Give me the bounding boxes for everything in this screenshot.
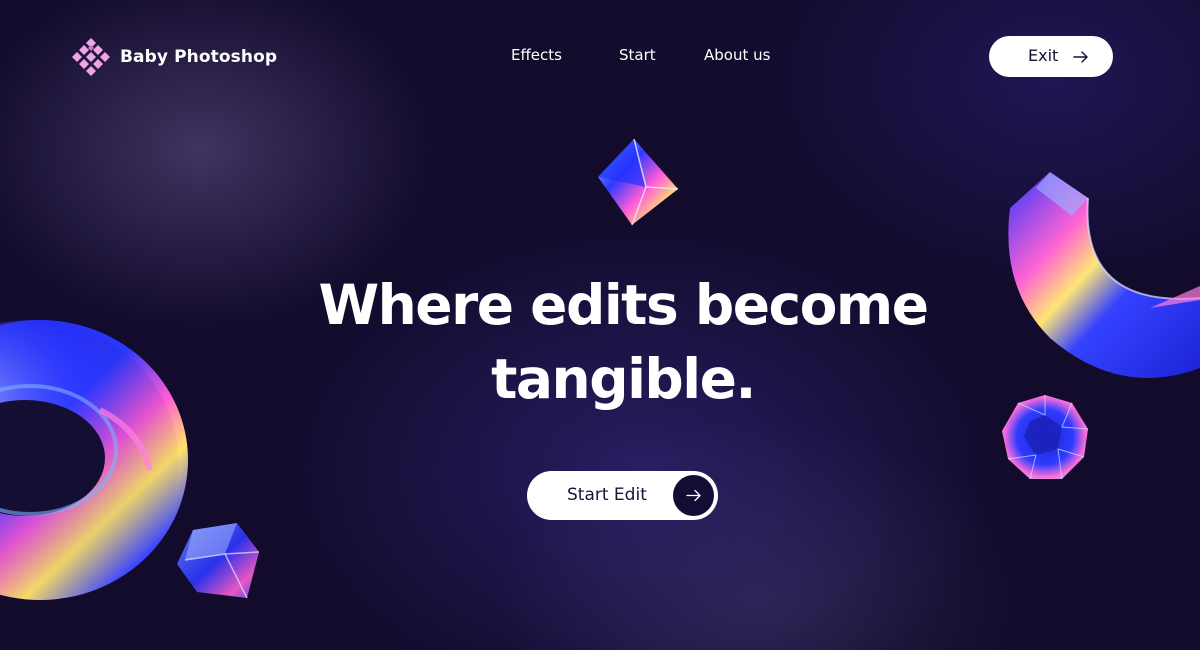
holographic-gem-decoration (1002, 395, 1089, 480)
holographic-cube-decoration (177, 523, 260, 599)
holographic-octahedron-decoration (598, 138, 679, 226)
holographic-arc-decoration (1008, 172, 1200, 378)
arrow-right-icon (1073, 51, 1088, 63)
start-edit-button-label: Start Edit (567, 485, 647, 505)
nav-item-start[interactable]: Start (619, 46, 656, 64)
cta-arrow-circle (673, 475, 714, 516)
arrow-right-icon (686, 489, 701, 502)
exit-button-label: Exit (1028, 46, 1059, 65)
nav-item-effects[interactable]: Effects (511, 46, 562, 64)
hero-title: Where edits become tangible. (318, 273, 929, 411)
start-edit-button[interactable]: Start Edit (527, 471, 718, 520)
exit-button[interactable]: Exit (989, 36, 1113, 77)
nav-item-about-us[interactable]: About us (704, 46, 770, 64)
holographic-torus-decoration (0, 320, 188, 600)
